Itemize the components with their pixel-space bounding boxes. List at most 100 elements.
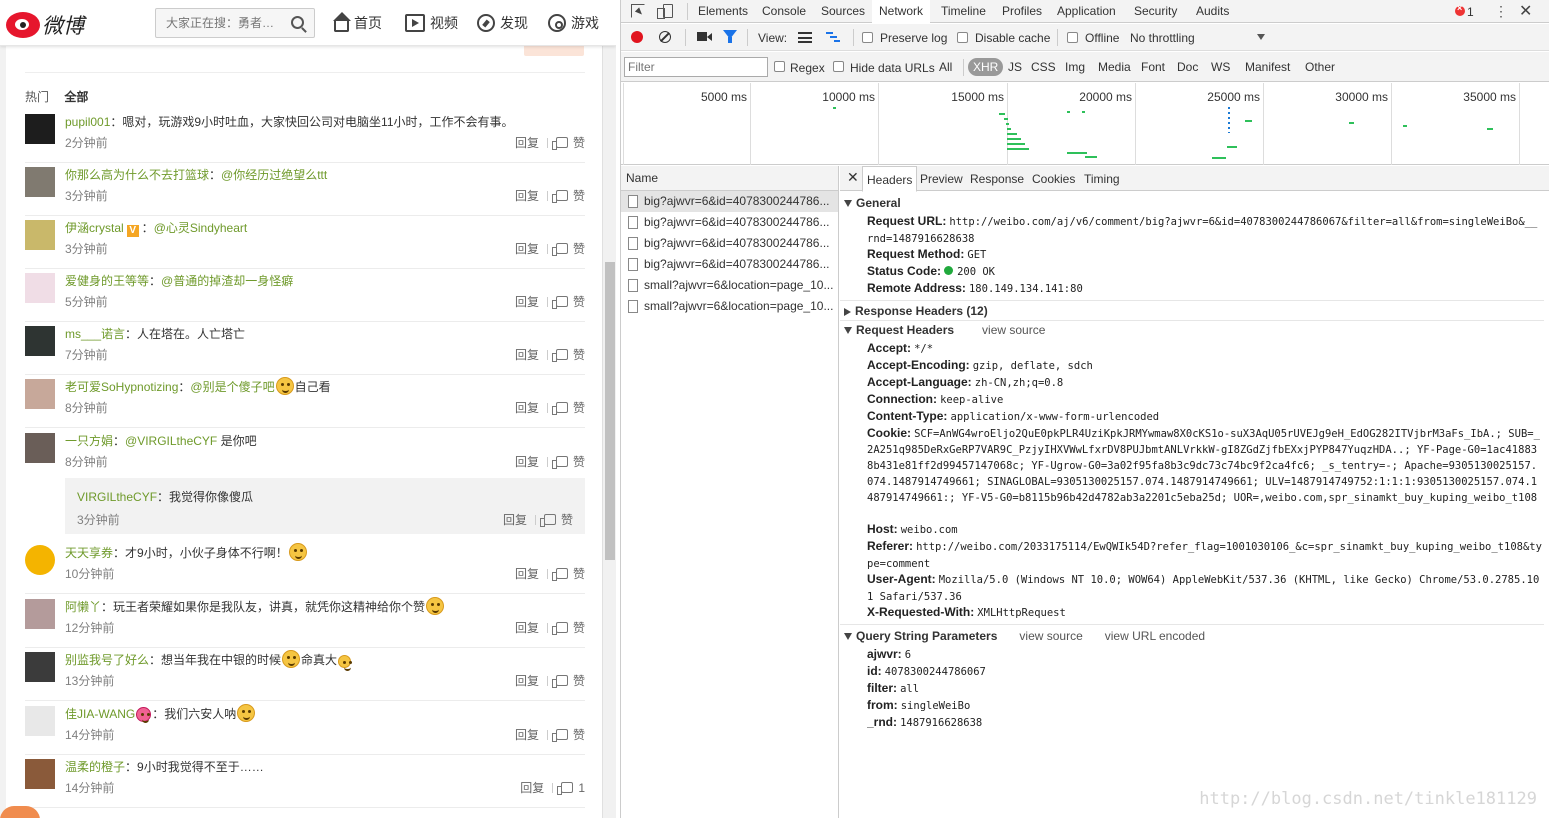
like-link[interactable]: 赞	[573, 455, 585, 469]
like-thumb-icon[interactable]	[551, 622, 568, 635]
reply-link[interactable]: 回复	[515, 728, 539, 742]
request-row[interactable]: small?ajwvr=6&location=page_10...	[621, 275, 838, 296]
tab-network[interactable]: Network	[872, 0, 931, 23]
nav-video[interactable]: 视频	[405, 12, 458, 34]
comment-user[interactable]: 你那么高为什么不去打篮球	[65, 168, 209, 182]
type-css[interactable]: CSS	[1028, 58, 1059, 76]
reply-link[interactable]: 回复	[520, 781, 544, 795]
filter-icon[interactable]	[723, 30, 737, 43]
floating-button-peek[interactable]	[0, 806, 40, 818]
page-scrollbar[interactable]	[602, 0, 616, 818]
offline-label[interactable]: Offline	[1085, 31, 1119, 45]
type-media[interactable]: Media	[1095, 58, 1134, 76]
avatar[interactable]	[25, 114, 55, 144]
avatar[interactable]	[25, 433, 55, 463]
more-menu-icon[interactable]: ⋮	[1494, 3, 1508, 19]
disable-cache-label[interactable]: Disable cache	[975, 31, 1050, 45]
reply-link[interactable]: 回复	[515, 295, 539, 309]
avatar[interactable]	[25, 759, 55, 789]
clear-icon[interactable]	[659, 31, 671, 43]
like-link[interactable]: 赞	[573, 242, 585, 256]
type-ws[interactable]: WS	[1208, 58, 1233, 76]
throttling-select[interactable]: No throttling	[1130, 31, 1195, 45]
mention-link[interactable]: @普通的掉渣却一身怪癖	[161, 274, 293, 288]
reply-link[interactable]: 回复	[515, 674, 539, 688]
view-url-encoded-link[interactable]: view URL encoded	[1105, 629, 1205, 643]
throttling-dropdown-icon[interactable]	[1257, 34, 1265, 40]
comment-user[interactable]: 别监我号了好么	[65, 653, 149, 667]
reply-link[interactable]: 回复	[515, 401, 539, 415]
filter-input[interactable]	[624, 57, 768, 77]
tab-sources[interactable]: Sources	[814, 0, 872, 23]
like-link[interactable]: 赞	[573, 674, 585, 688]
regex-label[interactable]: Regex	[790, 61, 825, 75]
overview-icon[interactable]	[826, 31, 840, 42]
comment-user[interactable]: 爱健身的王等等	[65, 274, 149, 288]
reply-link[interactable]: 回复	[515, 621, 539, 635]
avatar[interactable]	[25, 273, 55, 303]
hide-data-urls-label[interactable]: Hide data URLs	[850, 61, 935, 75]
tab-elements[interactable]: Elements	[691, 0, 755, 23]
search-box[interactable]	[155, 8, 315, 38]
comment-user[interactable]: 天天享券	[65, 546, 113, 560]
network-overview[interactable]: 5000 ms 10000 ms 15000 ms 20000 ms 25000…	[621, 83, 1549, 165]
like-thumb-icon[interactable]	[539, 514, 556, 527]
type-xhr[interactable]: XHR	[968, 58, 1004, 76]
nav-game[interactable]: 游戏	[548, 12, 599, 34]
tab-security[interactable]: Security	[1127, 0, 1184, 23]
view-source-link[interactable]: view source	[1019, 629, 1082, 643]
tab-console[interactable]: Console	[755, 0, 813, 23]
search-input[interactable]	[156, 9, 278, 37]
type-other[interactable]: Other	[1302, 58, 1338, 76]
like-link[interactable]: 赞	[573, 621, 585, 635]
tab-timeline[interactable]: Timeline	[934, 0, 993, 23]
avatar[interactable]	[25, 652, 55, 682]
like-link[interactable]: 赞	[573, 567, 585, 581]
general-section-header[interactable]: General	[844, 195, 901, 211]
like-thumb-icon[interactable]	[551, 243, 568, 256]
request-headers-section-header[interactable]: Request Headers view source	[844, 322, 1045, 338]
comment-user[interactable]: 佳JIA-WANG	[65, 707, 135, 721]
avatar[interactable]	[25, 326, 55, 356]
like-thumb-icon[interactable]	[551, 402, 568, 415]
mention-link[interactable]: @心灵Sindyheart	[154, 221, 248, 235]
nav-home[interactable]: 首页	[333, 11, 382, 34]
comment-user[interactable]: 一只方娟	[65, 434, 113, 448]
like-count[interactable]: 1	[578, 781, 585, 795]
tab-audits[interactable]: Audits	[1189, 0, 1236, 23]
request-row[interactable]: small?ajwvr=6&location=page_10...	[621, 296, 838, 317]
avatar[interactable]	[25, 220, 55, 250]
request-row[interactable]: big?ajwvr=6&id=4078300244786...	[621, 254, 838, 275]
error-count[interactable]: 1	[1467, 5, 1474, 19]
hide-data-urls-checkbox[interactable]	[833, 61, 844, 72]
query-params-section-header[interactable]: Query String Parameters view source view U…	[844, 628, 1205, 644]
close-devtools-icon[interactable]: ✕	[1519, 1, 1532, 21]
avatar[interactable]	[25, 167, 55, 197]
tab-profiles[interactable]: Profiles	[995, 0, 1049, 23]
disable-cache-checkbox[interactable]	[957, 32, 968, 43]
avatar[interactable]	[25, 706, 55, 736]
like-link[interactable]: 赞	[573, 348, 585, 362]
tab-cookies[interactable]: Cookies	[1028, 166, 1079, 191]
like-thumb-icon[interactable]	[551, 675, 568, 688]
avatar[interactable]	[25, 545, 55, 575]
avatar[interactable]	[25, 379, 55, 409]
type-font[interactable]: Font	[1138, 58, 1168, 76]
offline-checkbox[interactable]	[1067, 32, 1078, 43]
like-thumb-icon[interactable]	[551, 568, 568, 581]
reply-link[interactable]: 回复	[515, 242, 539, 256]
like-thumb-icon[interactable]	[551, 729, 568, 742]
nav-discover[interactable]: 发现	[477, 12, 528, 34]
record-icon[interactable]	[631, 31, 643, 43]
like-link[interactable]: 赞	[573, 728, 585, 742]
comment-user[interactable]: 伊涵crystal	[65, 221, 124, 235]
like-thumb-icon[interactable]	[551, 190, 568, 203]
comment-user[interactable]: ms___诺言	[65, 327, 125, 341]
like-link[interactable]: 赞	[573, 401, 585, 415]
reply-link[interactable]: 回复	[515, 455, 539, 469]
like-thumb-icon[interactable]	[557, 782, 574, 795]
search-icon[interactable]	[291, 16, 304, 29]
reply-link[interactable]: 回复	[515, 189, 539, 203]
name-column-header[interactable]: Name	[621, 166, 838, 191]
reply-link[interactable]: 回复	[515, 567, 539, 581]
